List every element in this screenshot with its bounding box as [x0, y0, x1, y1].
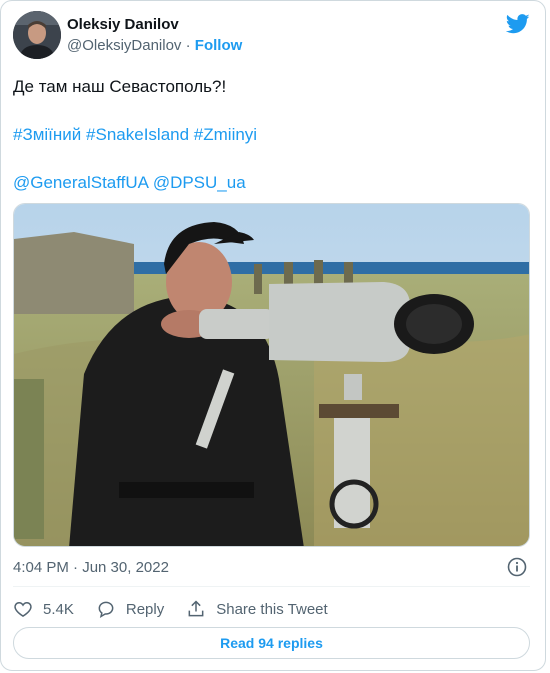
like-count: 5.4K: [43, 600, 74, 618]
author-name[interactable]: Oleksiy Danilov: [67, 16, 179, 34]
tweet-timestamp[interactable]: 4:04 PM · Jun 30, 2022: [13, 559, 169, 576]
tweet-card: Oleksiy Danilov @OleksiyDanilov · Follow…: [0, 0, 546, 671]
heart-icon: [14, 601, 32, 617]
author-handle[interactable]: @OleksiyDanilov: [67, 37, 181, 54]
read-replies-button[interactable]: Read 94 replies: [13, 627, 530, 659]
like-button[interactable]: 5.4K: [13, 599, 74, 619]
hashtag-zmiinyi[interactable]: #Zmiinyi: [194, 125, 257, 144]
photo-image: [14, 204, 529, 546]
mention-dpsu-ua[interactable]: @DPSU_ua: [153, 173, 246, 192]
follow-button[interactable]: Follow: [195, 37, 243, 54]
reply-bubble-icon: [98, 601, 114, 619]
twitter-bird-icon[interactable]: [506, 13, 530, 35]
share-button[interactable]: Share this Tweet: [186, 599, 328, 619]
hashtag-snakeisland[interactable]: #SnakeIsland: [86, 125, 189, 144]
mention-generalstaffua[interactable]: @GeneralStaffUA: [13, 173, 148, 192]
reply-label: Reply: [125, 600, 165, 618]
reply-button[interactable]: Reply: [96, 599, 164, 619]
author-handle-row: @OleksiyDanilov · Follow: [67, 37, 242, 55]
tweet-photo[interactable]: [13, 203, 530, 547]
info-icon[interactable]: [507, 557, 527, 577]
hashtag-zmiinyi-cyrillic[interactable]: #Зміїний: [13, 125, 81, 144]
share-icon: [188, 600, 204, 617]
handle-separator: ·: [185, 37, 191, 54]
mention-line: @GeneralStaffUA @DPSU_ua: [13, 171, 246, 195]
action-bar: 5.4K Reply Share this Tweet: [13, 598, 350, 620]
tweet-body: Де там наш Севастополь?!: [13, 77, 227, 96]
divider: [13, 586, 530, 587]
share-label: Share this Tweet: [216, 600, 328, 618]
tweet-text: Де там наш Севастополь?!: [13, 75, 533, 99]
avatar[interactable]: [13, 11, 61, 59]
hashtag-line: #Зміїний #SnakeIsland #Zmiinyi: [13, 123, 257, 147]
avatar-image: [13, 11, 61, 59]
